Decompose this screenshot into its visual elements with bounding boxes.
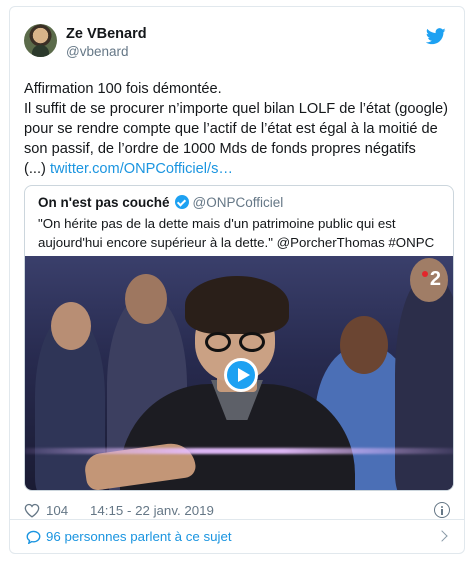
- speech-bubble-icon: [26, 530, 41, 544]
- conversation-link[interactable]: 96 personnes parlent à ce sujet: [46, 529, 232, 544]
- info-icon[interactable]: [434, 502, 450, 518]
- quoted-text: "On hérite pas de la dette mais d'un pat…: [38, 216, 435, 250]
- conversation-footer[interactable]: 96 personnes parlent à ce sujet: [10, 519, 464, 553]
- quoted-author-handle[interactable]: @ONPCofficiel: [193, 195, 284, 210]
- video-thumbnail[interactable]: 2: [25, 256, 453, 490]
- tweet-card: Ze VBenard @vbenard Affirmation 100 fois…: [9, 6, 465, 554]
- heart-icon[interactable]: [24, 503, 40, 518]
- france2-logo: 2: [421, 268, 441, 291]
- quoted-author-name[interactable]: On n'est pas couché: [38, 195, 170, 210]
- like-count[interactable]: 104: [46, 503, 68, 518]
- twitter-bird-icon[interactable]: [426, 28, 446, 45]
- author-names[interactable]: Ze VBenard @vbenard: [66, 25, 147, 61]
- author-handle[interactable]: @vbenard: [66, 43, 147, 61]
- tweet-meta: 104 14:15 - 22 janv. 2019: [24, 501, 450, 521]
- author-display-name[interactable]: Ze VBenard: [66, 25, 147, 43]
- quoted-tweet[interactable]: On n'est pas couché @ONPCofficiel "On hér…: [24, 185, 454, 491]
- tweet-header: Ze VBenard @vbenard: [24, 24, 450, 64]
- tweet-timestamp[interactable]: 14:15 - 22 janv. 2019: [90, 503, 214, 518]
- tweet-link[interactable]: twitter.com/ONPCofficiel/s…: [50, 161, 233, 177]
- author-avatar[interactable]: [24, 24, 57, 57]
- play-icon[interactable]: [224, 358, 258, 392]
- chevron-right-icon[interactable]: [436, 530, 448, 542]
- verified-badge-icon: [174, 195, 189, 209]
- tweet-text: Affirmation 100 fois démontée. Il suffit…: [24, 79, 454, 179]
- stage-light-line: [25, 448, 453, 454]
- quoted-header: On n'est pas couché @ONPCofficiel: [38, 194, 283, 212]
